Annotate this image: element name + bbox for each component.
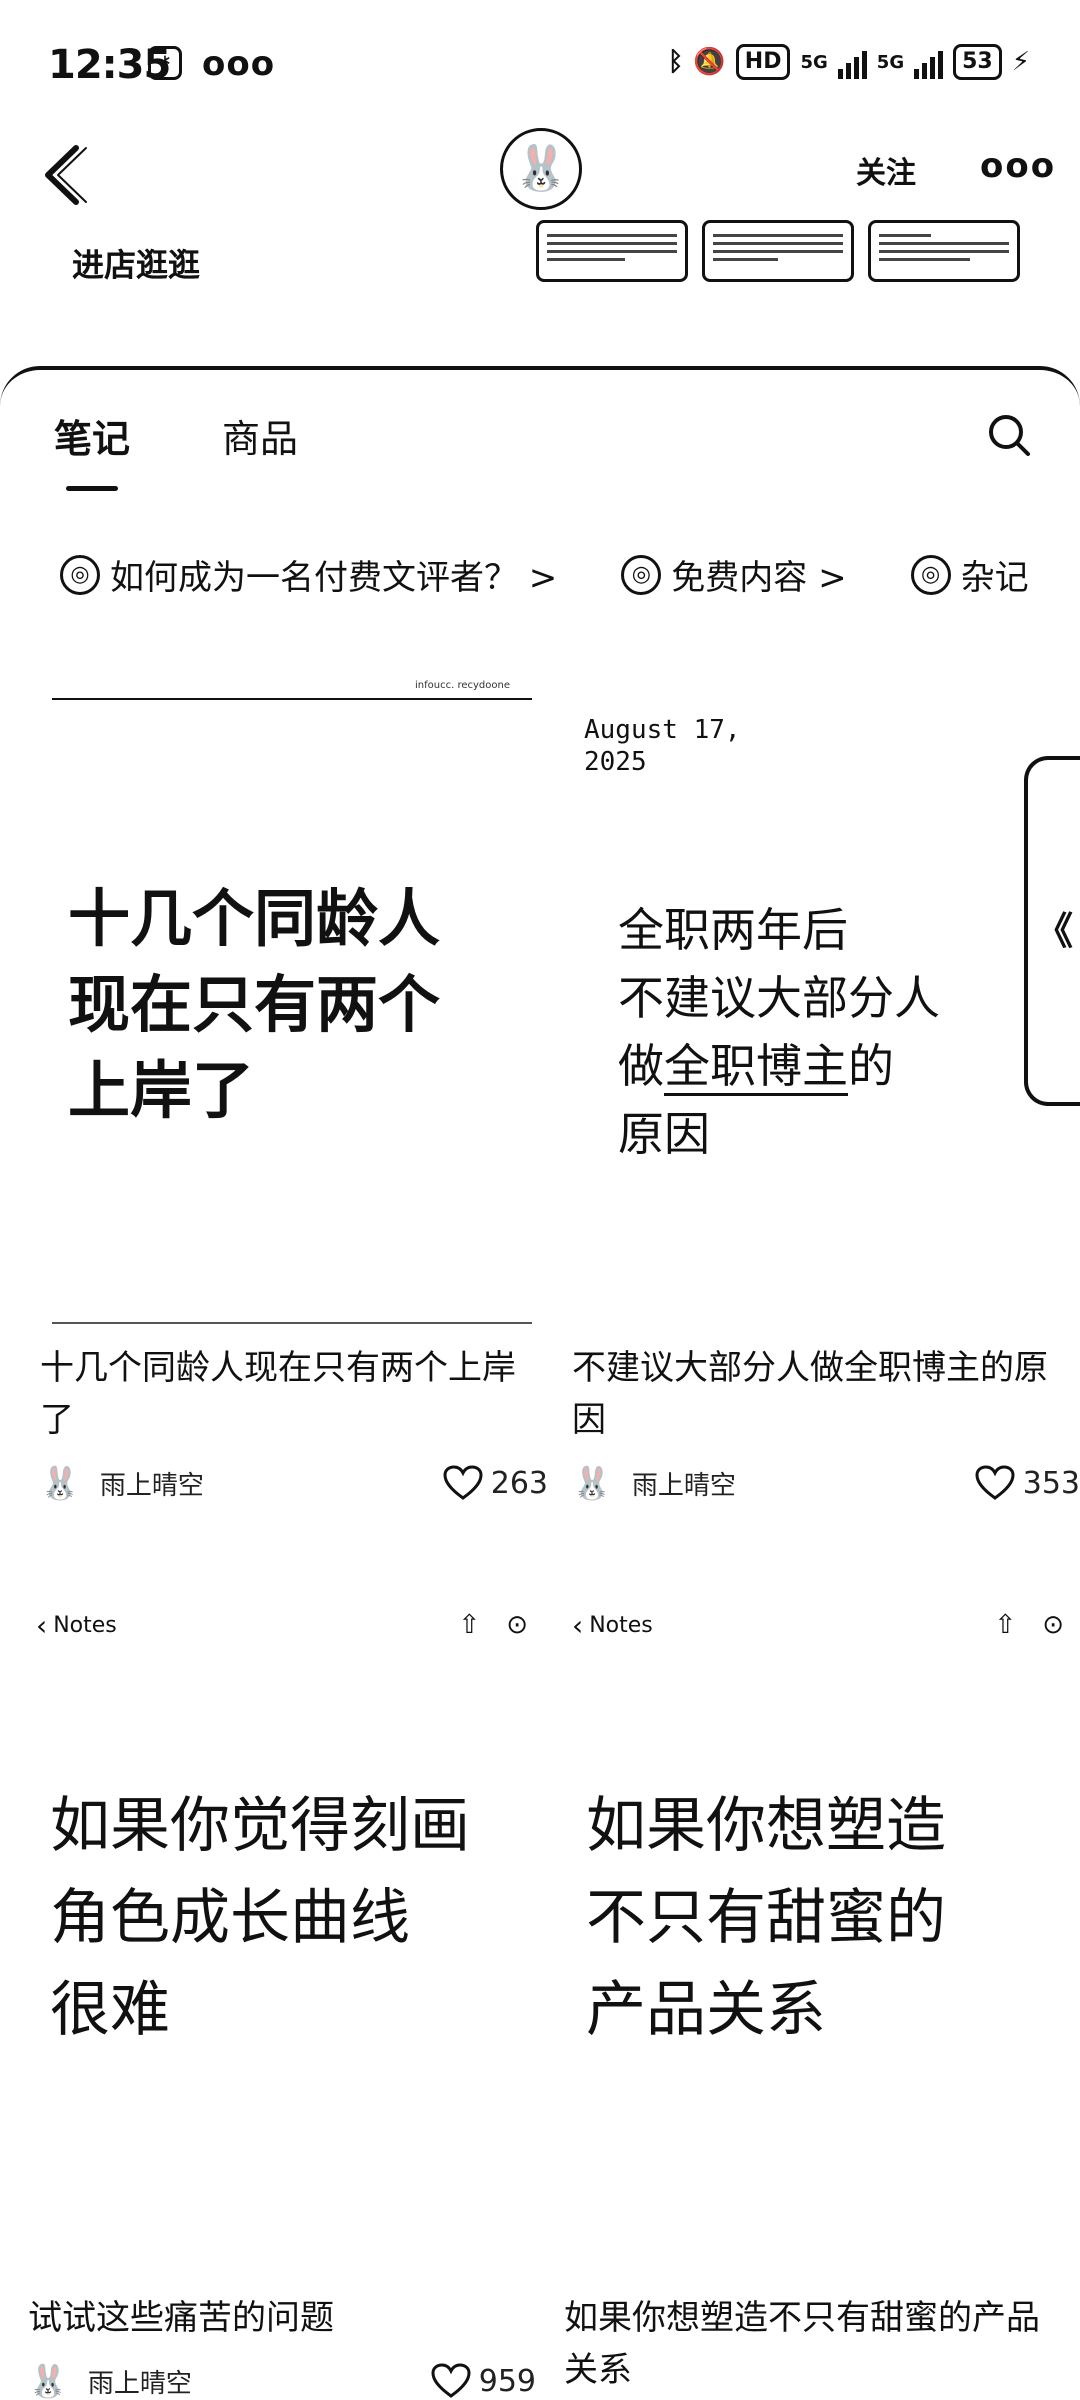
notes-actions: ⇧ ⊙ [994, 1610, 1064, 1640]
topic-chip[interactable]: ◎ 免费内容 > [621, 550, 847, 599]
topic-chip[interactable]: ◎ 杂记 [910, 550, 1029, 599]
charging-icon: ⚡ [1011, 47, 1030, 77]
notes-label: Notes [589, 1612, 653, 1638]
like-button[interactable]: 959 [431, 2363, 536, 2399]
search-button[interactable] [986, 412, 1032, 458]
heart-icon [431, 2363, 471, 2398]
store-thumbnail[interactable] [702, 220, 854, 282]
share-icon: ⇧ [994, 1610, 1017, 1640]
battery-icon: 53 [953, 44, 1002, 80]
like-button[interactable]: 263 [443, 1465, 548, 1501]
visit-store-link[interactable]: 进店逛逛 [72, 240, 200, 286]
bluetooth-icon: ᛒ [667, 47, 684, 77]
note-title: 十几个同龄人现在只有两个上岸了 [40, 1348, 516, 1440]
side-collapse-tab[interactable]: 《 [1024, 756, 1080, 1106]
cover-text: 如果你觉得刻画 角色成长曲线 很难 [50, 1791, 470, 2045]
topic-label: 如何成为一名付费文评者？ > [110, 558, 558, 598]
back-button[interactable] [36, 140, 96, 210]
heart-icon [443, 1465, 483, 1500]
collection-icon: ◎ [621, 554, 662, 595]
cover-source: infoucc. recydoone [415, 680, 510, 691]
cover-rule [52, 698, 532, 700]
status-right: ᛒ 🔕 HD 5G 5G 53 ⚡ [668, 44, 1030, 80]
like-button[interactable]: 353 [975, 1465, 1080, 1501]
note-card[interactable]: August 17, 2025 全职两年后 不建议大部分人 做全职博主的 原因 … [568, 676, 1080, 1502]
net2-label: 5G [876, 51, 905, 73]
status-bar: 12:35 ⚷ ooo ᛒ 🔕 HD 5G 5G 53 ⚡ [0, 0, 1080, 130]
more-circle-icon: ⊙ [506, 1610, 528, 1640]
cover-line-text: 全职两年后 [618, 903, 848, 957]
note-cover: ‹ Notes ⇧ ⊙ 如果你想塑造 不只有甜蜜的 产品关系 [560, 1600, 1076, 2280]
notes-back: ‹ Notes [572, 1609, 653, 1642]
like-count: 959 [478, 2363, 536, 2399]
author-name: 雨上晴空 [87, 2368, 192, 2399]
topic-label: 杂记 [960, 558, 1029, 598]
note-title: 不建议大部分人做全职博主的原因 [572, 1348, 1048, 1440]
chevron-left-icon [45, 145, 87, 205]
signal2-icon [914, 45, 944, 79]
topic-row: ◎ 如何成为一名付费文评者？ > ◎ 免费内容 > ◎ 杂记 [60, 550, 1029, 599]
note-title: 如果你想塑造不只有甜蜜的产品关系 [564, 2298, 1040, 2390]
author-name: 雨上晴空 [99, 1470, 204, 1501]
note-card[interactable]: infoucc. recydoone 十几个同龄人 现在只有两个 上岸了 十几个… [36, 676, 552, 1502]
tab-goods[interactable]: 商品 [222, 408, 298, 463]
chevron-left-icon: ‹ [572, 1608, 584, 1642]
more-icon[interactable]: ooo [980, 146, 1056, 186]
notes-back: ‹ Notes [36, 1609, 117, 1642]
cover-line-text: 做全职博主的 [618, 1032, 940, 1100]
key-icon: ⚷ [148, 46, 182, 80]
cover-text: 全职两年后 不建议大部分人 做全职博主的 原因 [618, 896, 940, 1168]
notification-dots: ooo [202, 44, 276, 84]
share-icon: ⇧ [458, 1610, 481, 1640]
follow-button[interactable]: 关注 [856, 148, 916, 192]
notes-actions: ⇧ ⊙ [458, 1610, 528, 1640]
cover-line-text: 原因 [618, 1107, 710, 1161]
author-avatar-icon: 🐰 [40, 1464, 80, 1502]
cover-date: August 17, 2025 [584, 715, 741, 777]
note-cover: infoucc. recydoone 十几个同龄人 现在只有两个 上岸了 [36, 676, 552, 1330]
mute-icon: 🔕 [693, 47, 726, 77]
store-page: 12:35 ⚷ ooo ᛒ 🔕 HD 5G 5G 53 ⚡ 🐰 关注 ooo 进… [0, 0, 1080, 2400]
note-title: 试试这些痛苦的问题 [28, 2298, 334, 2338]
author-avatar-icon: 🐰 [572, 1464, 612, 1502]
notes-toolbar: ‹ Notes ⇧ ⊙ [560, 1600, 1076, 1650]
note-meta: 🐰 雨上晴空 353 [568, 1464, 1080, 1502]
topic-chip[interactable]: ◎ 如何成为一名付费文评者？ > [60, 550, 557, 599]
note-cover: August 17, 2025 全职两年后 不建议大部分人 做全职博主的 原因 [568, 676, 1080, 1330]
more-circle-icon: ⊙ [1042, 1610, 1064, 1640]
hd-badge: HD [735, 44, 791, 80]
cover-text: 十几个同龄人 现在只有两个 上岸了 [68, 882, 441, 1127]
collection-icon: ◎ [60, 554, 100, 595]
chevron-left-icon: ‹ [36, 1608, 48, 1642]
cover-line-text: 不建议大部分人 [618, 971, 940, 1025]
notes-toolbar: ‹ Notes ⇧ ⊙ [24, 1600, 540, 1650]
store-thumbnails [536, 220, 1020, 282]
note-author[interactable]: 🐰 雨上晴空 [40, 1464, 204, 1502]
search-icon [989, 415, 1030, 456]
note-card[interactable]: ‹ Notes ⇧ ⊙ 如果你觉得刻画 角色成长曲线 很难 试试这些痛苦的问题 🐰 … [24, 1600, 540, 2400]
note-author[interactable]: 🐰 雨上晴空 [572, 1464, 736, 1502]
note-meta: 🐰 雨上晴空 959 [24, 2362, 540, 2400]
note-cover: ‹ Notes ⇧ ⊙ 如果你觉得刻画 角色成长曲线 很难 [24, 1600, 540, 2280]
topic-label: 免费内容 > [671, 558, 847, 598]
author-name: 雨上晴空 [631, 1470, 736, 1501]
collection-icon: ◎ [910, 554, 951, 595]
like-count: 263 [490, 1465, 548, 1501]
tab-notes[interactable]: 笔记 [54, 408, 130, 491]
store-avatar[interactable]: 🐰 [500, 128, 582, 210]
author-avatar-icon: 🐰 [28, 2362, 68, 2400]
like-count: 353 [1022, 1465, 1080, 1501]
note-meta: 🐰 雨上晴空 263 [36, 1464, 552, 1502]
note-card[interactable]: ‹ Notes ⇧ ⊙ 如果你想塑造 不只有甜蜜的 产品关系 如果你想塑造不只有甜蜜… [560, 1600, 1076, 2396]
heart-icon [975, 1465, 1015, 1500]
cover-rule [52, 1322, 532, 1324]
cover-text: 如果你想塑造 不只有甜蜜的 产品关系 [586, 1791, 946, 2045]
notes-label: Notes [53, 1612, 117, 1638]
store-thumbnail[interactable] [536, 220, 688, 282]
note-author[interactable]: 🐰 雨上晴空 [28, 2362, 192, 2400]
store-thumbnail[interactable] [868, 220, 1020, 282]
net1-label: 5G [800, 51, 828, 73]
signal-icon [837, 45, 867, 79]
